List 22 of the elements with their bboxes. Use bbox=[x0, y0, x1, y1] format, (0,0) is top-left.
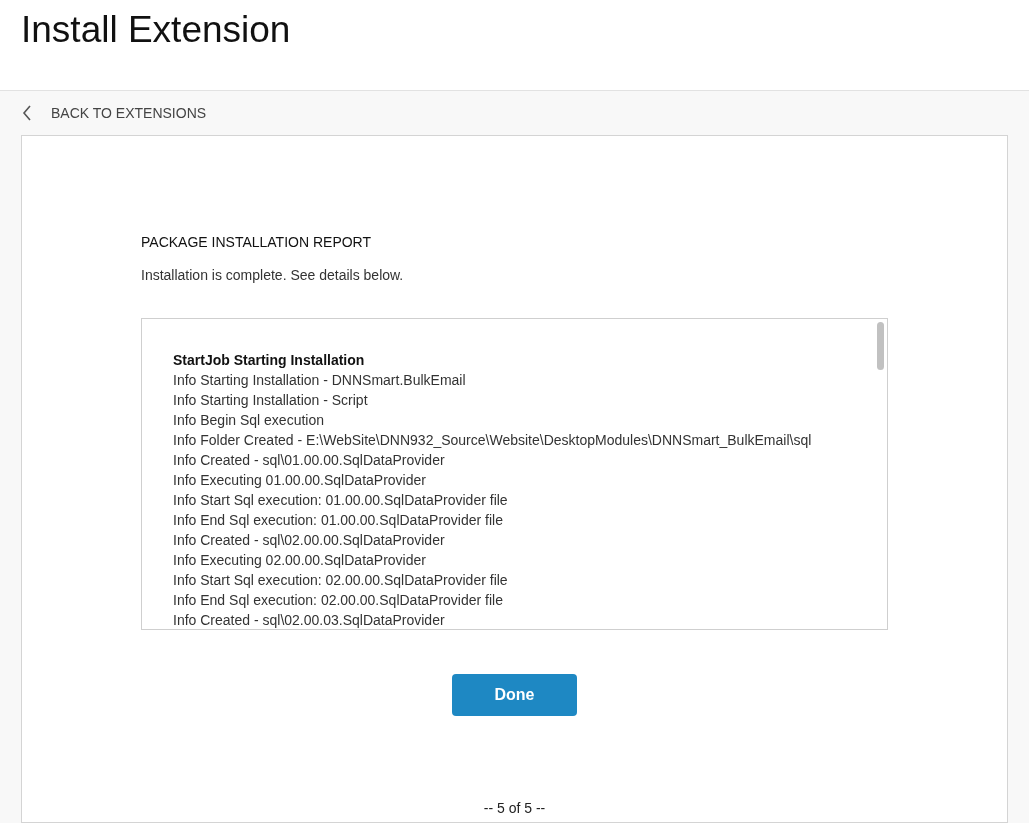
log-line: Info Created - sql\01.00.00.SqlDataProvider bbox=[173, 451, 446, 470]
log-line: Info End Sql execution: 01.00.00.SqlDataProvider file bbox=[173, 511, 504, 530]
log-line: Info End Sql execution: 02.00.00.SqlDataProvider file bbox=[173, 591, 504, 610]
log-line: Info Starting Installation - Script bbox=[173, 391, 369, 410]
log-line: Info Start Sql execution: 01.00.00.SqlDataProvider file bbox=[173, 491, 509, 510]
log-line: Info Begin Sql execution bbox=[173, 411, 325, 430]
log-line: Info Created - sql\02.00.00.SqlDataProvider bbox=[173, 531, 446, 550]
log-line: Info Executing 02.00.00.SqlDataProvider bbox=[173, 551, 427, 570]
log-heading: StartJob Starting Installation bbox=[173, 351, 366, 370]
chevron-left-icon[interactable] bbox=[22, 105, 32, 121]
back-link[interactable]: BACK TO EXTENSIONS bbox=[51, 102, 207, 124]
log-line: Info Start Sql execution: 02.00.00.SqlDataProvider file bbox=[173, 571, 509, 590]
log-line: Info Executing 01.00.00.SqlDataProvider bbox=[173, 471, 427, 490]
page-indicator: -- 5 of 5 -- bbox=[483, 799, 546, 818]
log-line: Info Starting Installation - DNNSmart.BulkEmail bbox=[173, 371, 467, 390]
report-message: Installation is complete. See details below. bbox=[141, 266, 405, 285]
page-title: Install Extension bbox=[21, 8, 292, 52]
log-line: Info Created - sql\02.00.03.SqlDataProvider bbox=[173, 611, 446, 629]
done-button[interactable]: Done bbox=[452, 674, 577, 716]
log-line: Info Folder Created - E:\WebSite\DNN932_Source\Website\DesktopModules\DNNSmart_BulkEmail\sql bbox=[173, 431, 813, 450]
scrollbar-thumb[interactable] bbox=[877, 322, 884, 370]
report-title: PACKAGE INSTALLATION REPORT bbox=[141, 233, 372, 252]
